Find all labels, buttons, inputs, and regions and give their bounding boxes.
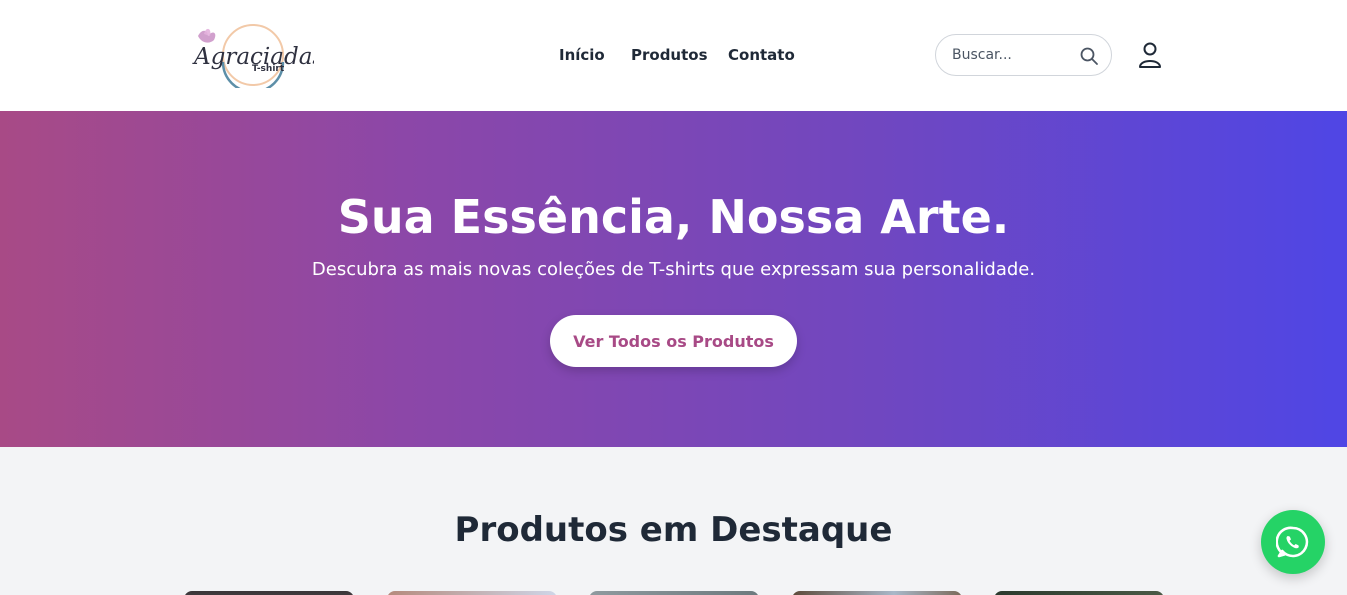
whatsapp-button[interactable] — [1261, 510, 1325, 574]
product-card[interactable] — [994, 591, 1164, 595]
product-thumbnail — [184, 591, 354, 595]
nav-link-inicio[interactable]: Início — [559, 44, 605, 66]
hero-title: Sua Essência, Nossa Arte. — [337, 190, 1010, 244]
product-card[interactable] — [387, 591, 557, 595]
product-card[interactable] — [792, 591, 962, 595]
product-card[interactable] — [589, 591, 759, 595]
search-box — [935, 34, 1112, 76]
product-thumbnail — [387, 591, 557, 595]
search-icon[interactable] — [1079, 46, 1099, 66]
hero-banner: Sua Essência, Nossa Arte. Descubra as ma… — [0, 111, 1347, 447]
site-header: Agraciadas T-shirt Início Produtos Conta… — [0, 0, 1347, 111]
whatsapp-icon — [1276, 526, 1309, 558]
hero-subtitle: Descubra as mais novas coleções de T-shi… — [311, 259, 1036, 280]
product-thumbnail — [994, 591, 1164, 595]
featured-products-title: Produtos em Destaque — [454, 510, 893, 550]
product-thumbnail — [792, 591, 962, 595]
nav-link-produtos[interactable]: Produtos — [631, 44, 708, 66]
product-thumbnail — [589, 591, 759, 595]
nav-link-contato[interactable]: Contato — [728, 44, 795, 66]
search-input[interactable] — [952, 45, 1072, 65]
view-all-products-button[interactable]: Ver Todos os Produtos — [550, 315, 797, 367]
product-card[interactable] — [184, 591, 354, 595]
user-icon[interactable] — [1138, 42, 1162, 68]
